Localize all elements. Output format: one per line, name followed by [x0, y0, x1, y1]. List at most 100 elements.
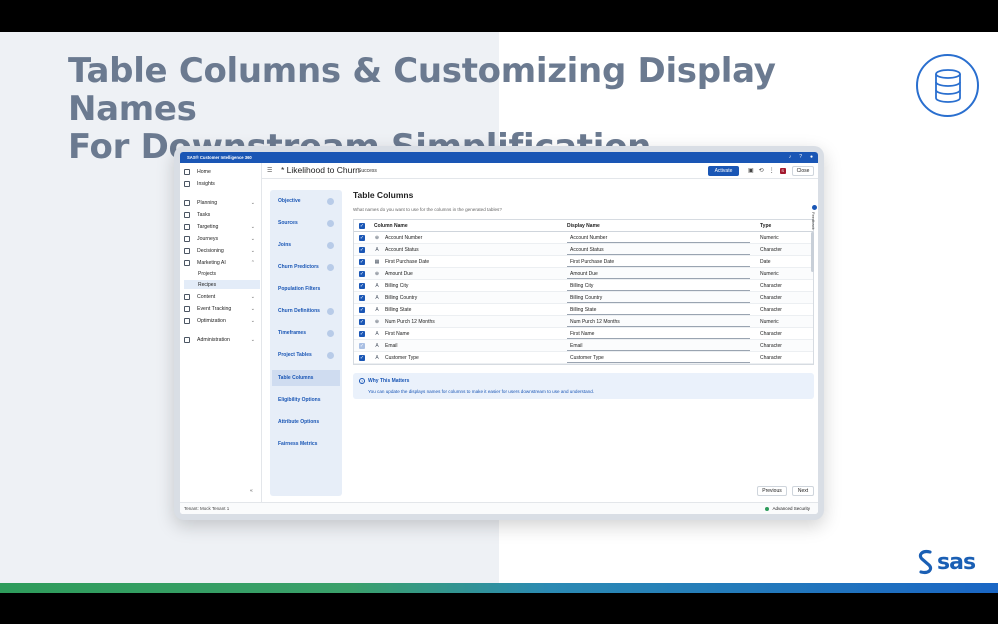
- table-row[interactable]: ✓ ▦ First Purchase Date First Purchase Date…: [354, 256, 813, 268]
- numeric-icon: ⊕: [374, 319, 380, 325]
- sas-app-icon[interactable]: S: [779, 168, 786, 174]
- display-name-input[interactable]: Email: [567, 342, 750, 351]
- display-name-input[interactable]: Billing State: [567, 306, 750, 315]
- user-icon[interactable]: ●: [810, 154, 813, 161]
- step-timeframes[interactable]: Timeframes: [272, 325, 340, 341]
- table-row[interactable]: ✓ A Billing Country Billing Country Characte…: [354, 292, 813, 304]
- previous-button[interactable]: Previous: [757, 486, 787, 496]
- optimization-icon: [184, 317, 190, 324]
- display-name-input[interactable]: Customer Type: [567, 354, 750, 363]
- step-project-tables[interactable]: Project Tables: [272, 347, 340, 363]
- character-icon: A: [375, 355, 379, 361]
- history-icon[interactable]: ⟲: [759, 166, 764, 176]
- select-all-checkbox[interactable]: ✓: [359, 223, 365, 229]
- column-header-type[interactable]: Type: [760, 223, 771, 229]
- sidebar-subitem-recipes[interactable]: Recipes: [184, 280, 260, 289]
- display-name-input[interactable]: Billing Country: [567, 294, 750, 303]
- row-checkbox[interactable]: ✓: [359, 295, 365, 301]
- sas-logo-text: sas: [937, 549, 976, 575]
- sidebar-item-tasks[interactable]: Tasks: [184, 210, 258, 219]
- sidebar-item-targeting[interactable]: Targeting ⌄: [184, 222, 258, 231]
- bell-icon[interactable]: ♪: [789, 154, 792, 161]
- more-options-icon[interactable]: ⋮: [769, 166, 775, 176]
- display-name-input[interactable]: First Name: [567, 330, 750, 339]
- chevron-down-icon: ⌄: [250, 317, 255, 324]
- step-sources[interactable]: Sources: [272, 215, 340, 231]
- save-icon[interactable]: ▣: [748, 166, 754, 176]
- sidebar-item-insights[interactable]: Insights: [184, 179, 258, 188]
- row-checkbox[interactable]: ✓: [359, 235, 365, 241]
- table-row[interactable]: ✓ ⊕ Account Number Account Number Numeric: [354, 232, 813, 244]
- table-row[interactable]: ✓ A Billing State Billing State Character: [354, 304, 813, 316]
- sidebar-item-marketing-ai[interactable]: Marketing AI ⌃: [184, 258, 258, 267]
- sidebar-item-administration[interactable]: Administration ⌄: [184, 335, 258, 344]
- step-eligibility-options[interactable]: Eligibility Options: [272, 392, 340, 408]
- activate-button[interactable]: Activate: [708, 166, 739, 176]
- display-name-input[interactable]: Num Purch 12 Months: [567, 318, 750, 327]
- display-name-value: Account Status: [570, 247, 604, 253]
- step-objective[interactable]: Objective: [272, 193, 340, 209]
- step-fairness-metrics[interactable]: Fairness Metrics: [272, 436, 340, 452]
- step-status-icon: [327, 219, 334, 227]
- column-type: Date: [760, 259, 771, 265]
- table-row[interactable]: ✓ A Account Status Account Status Character: [354, 244, 813, 256]
- sidebar-item-planning[interactable]: Planning ⌄: [184, 198, 258, 207]
- table-scrollbar[interactable]: [811, 232, 814, 272]
- sidebar-subitem-projects[interactable]: Projects: [184, 269, 260, 278]
- row-checkbox[interactable]: ✓: [359, 307, 365, 313]
- display-name-input[interactable]: Amount Due: [567, 270, 750, 279]
- sidebar-item-label: Journeys: [197, 235, 219, 242]
- columns-table: ✓ Column Name Display Name Type ✓ ⊕ Accoun…: [353, 219, 814, 365]
- table-row[interactable]: ✓ ⊕ Amount Due Amount Due Numeric: [354, 268, 813, 280]
- step-label: Eligibility Options: [278, 397, 321, 403]
- row-checkbox[interactable]: ✓: [359, 319, 365, 325]
- why-title[interactable]: Why This Matters: [368, 378, 409, 384]
- display-name-value: Account Number: [570, 235, 608, 241]
- help-icon[interactable]: ?: [799, 154, 802, 161]
- column-header-display[interactable]: Display Name: [567, 223, 600, 229]
- step-churn-predictors[interactable]: Churn Predictors: [272, 259, 340, 275]
- display-name-input[interactable]: First Purchase Date: [567, 258, 750, 267]
- sidebar: Home Insights Planning ⌄ Tasks Targeting ⌄…: [180, 163, 262, 514]
- list-icon[interactable]: ☰: [267, 167, 272, 174]
- sidebar-item-decisioning[interactable]: Decisioning ⌄: [184, 246, 258, 255]
- app-topbar: SAS® Customer Intelligence 360 ♪ ? ●: [180, 152, 818, 163]
- row-checkbox[interactable]: ✓: [359, 343, 365, 349]
- chevron-down-icon: ⌄: [250, 305, 255, 312]
- sidebar-item-home[interactable]: Home: [184, 167, 258, 176]
- sas-logo: sas: [916, 549, 976, 575]
- row-checkbox[interactable]: ✓: [359, 331, 365, 337]
- display-name-input[interactable]: Billing City: [567, 282, 750, 291]
- step-status-icon: [327, 241, 334, 249]
- sidebar-item-content[interactable]: Content ⌄: [184, 292, 258, 301]
- next-button[interactable]: Next: [792, 486, 814, 496]
- step-population-filters[interactable]: Population Filters: [272, 281, 340, 297]
- step-churn-definitions[interactable]: Churn Definitions: [272, 303, 340, 319]
- row-checkbox[interactable]: ✓: [359, 355, 365, 361]
- table-row[interactable]: ✓ ⊕ Num Purch 12 Months Num Purch 12 Months…: [354, 316, 813, 328]
- feedback-tab[interactable]: Feedback: [811, 212, 816, 230]
- table-row[interactable]: ✓ A First Name First Name Character: [354, 328, 813, 340]
- sidebar-item-optimization[interactable]: Optimization ⌄: [184, 316, 258, 325]
- info-icon[interactable]: ?: [359, 378, 365, 384]
- step-attribute-options[interactable]: Attribute Options: [272, 414, 340, 430]
- sidebar-item-journeys[interactable]: Journeys ⌄: [184, 234, 258, 243]
- display-name-input[interactable]: Account Number: [567, 234, 750, 243]
- row-checkbox[interactable]: ✓: [359, 283, 365, 289]
- display-name-input[interactable]: Account Status: [567, 246, 750, 255]
- table-row[interactable]: ✓ A Customer Type Customer Type Character: [354, 352, 813, 364]
- main-content: Table Columns What names do you want to …: [350, 190, 817, 496]
- row-checkbox[interactable]: ✓: [359, 259, 365, 265]
- feedback-icon[interactable]: [812, 205, 817, 210]
- column-header-name[interactable]: Column Name: [374, 223, 408, 229]
- sidebar-item-event-tracking[interactable]: Event Tracking ⌄: [184, 304, 258, 313]
- collapse-sidebar-icon[interactable]: «: [250, 488, 253, 494]
- sidebar-item-label: Administration: [197, 336, 230, 343]
- close-button[interactable]: Close: [792, 166, 814, 176]
- step-table-columns[interactable]: Table Columns: [272, 370, 340, 386]
- row-checkbox[interactable]: ✓: [359, 271, 365, 277]
- step-joins[interactable]: Joins: [272, 237, 340, 253]
- table-row[interactable]: ✓ A Billing City Billing City Character: [354, 280, 813, 292]
- row-checkbox[interactable]: ✓: [359, 247, 365, 253]
- table-row[interactable]: ✓ A Email Email Character: [354, 340, 813, 352]
